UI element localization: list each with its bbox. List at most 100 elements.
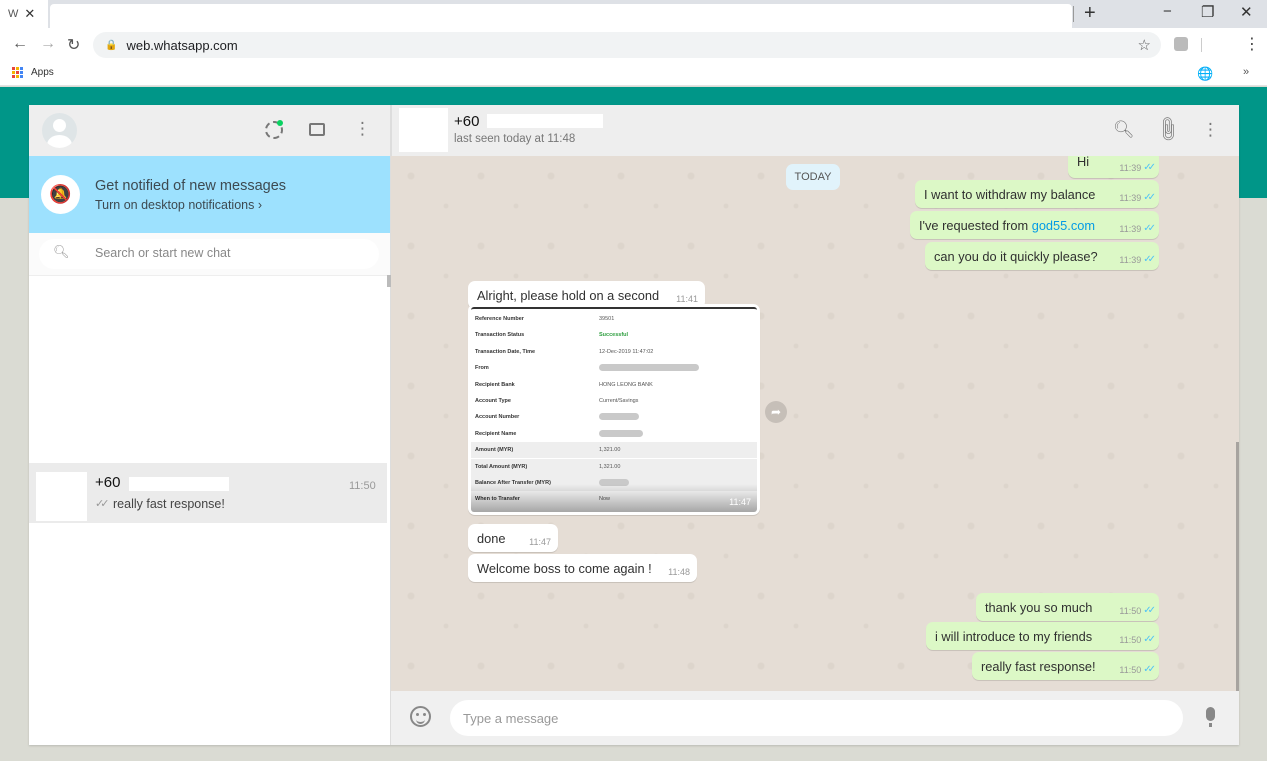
receipt-label: Amount (MYR) [475, 447, 514, 454]
receipt-row: Total Amount (MYR) 1,321.00 [471, 458, 757, 475]
bookmark-star-icon[interactable]: ☆ [1138, 36, 1151, 54]
message-text: Alright, please hold on a second [477, 287, 660, 303]
browser-tab[interactable]: W ✕ [0, 0, 48, 28]
search-icon[interactable]: 🔍︎ [1113, 120, 1135, 140]
toolbar-separator [1201, 38, 1202, 52]
message-text: Hi [1077, 156, 1090, 169]
receipt-value: 39501 [599, 316, 615, 322]
message-text: thank you so much [985, 599, 1093, 615]
message-meta: 11:50 ✓✓ [1119, 664, 1156, 675]
receipt-row: Account Type Current/Savings [471, 393, 757, 409]
message-meta: 11:50 ✓✓ [1119, 605, 1156, 616]
message-text: I want to withdraw my balance [924, 186, 1096, 202]
minimize-button[interactable]: − [1163, 3, 1172, 20]
redacted-value [599, 413, 639, 421]
receipt-label: Total Amount (MYR) [475, 463, 528, 470]
message-link[interactable]: god55.com [1032, 218, 1095, 233]
tab-separator [1073, 6, 1074, 22]
search-box: 🔍︎ [39, 239, 379, 269]
receipt-label: Transaction Status [475, 332, 525, 339]
receipt-row: Recipient Name [471, 426, 757, 442]
browser-menu-icon[interactable]: ⋮ [1244, 34, 1260, 54]
emoji-icon[interactable] [410, 706, 431, 727]
message-meta: 11:41 [676, 294, 698, 304]
message-bubble-out[interactable]: I want to withdraw my balance 11:39 ✓✓ [915, 180, 1159, 208]
message-bubble-out[interactable]: thank you so much 11:50 ✓✓ [976, 593, 1159, 621]
message-meta: 11:39 ✓✓ [1119, 162, 1156, 173]
date-divider: TODAY [786, 164, 840, 190]
chat-list-item[interactable]: +60 11:50 ✓✓ really fast response! [29, 463, 387, 523]
url-field[interactable]: 🔒 web.whatsapp.com ☆ [93, 32, 1161, 58]
status-unread-dot [277, 120, 283, 126]
back-arrow-icon[interactable]: ← [12, 35, 28, 53]
double-check-icon: ✓✓ [1143, 634, 1156, 645]
close-window-button[interactable]: ✕ [1240, 3, 1253, 21]
bookmarks-overflow-icon[interactable]: » [1243, 66, 1249, 78]
message-meta: 11:47 [529, 537, 551, 547]
notification-title: Get notified of new messages [95, 178, 287, 194]
extension-icon[interactable] [1174, 37, 1188, 51]
message-meta: 11:48 [668, 567, 690, 577]
chat-time: 11:50 [349, 480, 376, 492]
message-bubble-out[interactable]: can you do it quickly please? 11:39 ✓✓ [925, 242, 1159, 270]
chat-preview: really fast response! [113, 497, 225, 511]
message-bubble-out[interactable]: I've requested from god55.com 11:39 ✓✓ [910, 211, 1159, 239]
message-bubble-out[interactable]: Hi 11:39 ✓✓ [1068, 156, 1159, 178]
double-check-icon: ✓✓ [1143, 605, 1156, 616]
message-bubble-in[interactable]: done 11:47 [468, 524, 558, 552]
transfer-receipt-image: Reference Number 39501 Transaction Status S… [471, 307, 757, 512]
receipt-value: Successful [599, 332, 629, 339]
receipt-label: Recipient Bank [475, 381, 515, 388]
message-bubble-out[interactable]: i will introduce to my friends 11:50 ✓✓ [926, 622, 1159, 650]
message-bubble-in[interactable]: Welcome boss to come again ! 11:48 [468, 554, 697, 582]
message-text: I've requested from god55.com [919, 217, 1096, 233]
receipt-row: Recipient Bank HONG LEONG BANK [471, 377, 757, 393]
notification-banner[interactable]: 🔕 Get notified of new messages Turn on d… [29, 156, 390, 233]
message-area[interactable]: TODAY Hi 11:39 ✓✓ I want to withdraw my b… [391, 156, 1239, 691]
reload-icon[interactable]: ↻ [67, 35, 80, 55]
new-chat-icon[interactable] [309, 123, 325, 136]
tab-close-icon[interactable]: ✕ [24, 6, 35, 22]
message-bubble-out[interactable]: really fast response! 11:50 ✓✓ [972, 652, 1159, 680]
forward-icon[interactable]: ➦ [765, 401, 787, 423]
receipt-value: 1,321.00 [599, 447, 621, 454]
message-text: Welcome boss to come again ! [477, 560, 652, 576]
receipt-label: Account Type [475, 398, 511, 404]
message-input[interactable] [450, 700, 1183, 736]
sidebar-menu-icon[interactable]: ⋮ [354, 119, 371, 139]
receipt-row: From [471, 360, 757, 376]
contact-name-redaction [487, 114, 603, 128]
receipt-value: 12-Dec-2019 11:47:02 [599, 348, 654, 355]
globe-icon[interactable]: 🌐 [1197, 66, 1213, 82]
conversation-menu-icon[interactable]: ⋮ [1202, 120, 1219, 140]
bell-muted-icon: 🔕 [41, 175, 80, 214]
double-check-icon: ✓✓ [1143, 223, 1156, 234]
double-check-icon: ✓✓ [1143, 254, 1156, 265]
restore-button[interactable]: ❐ [1201, 3, 1214, 21]
notification-link[interactable]: Turn on desktop notifications › [95, 198, 262, 212]
forward-arrow-icon[interactable]: → [40, 35, 56, 53]
my-avatar[interactable] [42, 113, 77, 148]
apps-grid-icon [12, 67, 23, 78]
message-meta: 11:50 ✓✓ [1119, 634, 1156, 645]
receipt-value: HONG LEONG BANK [599, 381, 653, 388]
apps-shortcut[interactable]: Apps [12, 67, 54, 78]
redacted-value [599, 429, 643, 437]
message-meta: 11:39 ✓✓ [1119, 254, 1156, 265]
contact-avatar[interactable] [399, 108, 448, 152]
message-text: i will introduce to my friends [935, 628, 1093, 644]
browser-tab-bar: W ✕ + − ❐ ✕ [0, 0, 1267, 28]
receipt-value: 1,321.00 [599, 463, 621, 470]
image-message[interactable]: Reference Number 39501 Transaction Status S… [468, 304, 760, 515]
message-meta: 11:39 ✓✓ [1119, 223, 1156, 234]
chat-avatar [36, 472, 87, 521]
receipt-row: Amount (MYR) 1,321.00 [471, 442, 757, 459]
messages-scrollbar[interactable] [1236, 442, 1239, 691]
double-check-icon: ✓✓ [95, 498, 110, 510]
microphone-icon[interactable] [1206, 707, 1215, 727]
paperclip-icon[interactable]: 📎︎ [1152, 114, 1183, 145]
receipt-value: Current/Savings [599, 398, 639, 404]
conversation-header[interactable]: +60 last seen today at 11:48 🔍︎ 📎︎ ⋮ [391, 105, 1239, 156]
search-input[interactable] [95, 246, 365, 260]
new-tab-button[interactable]: + [1084, 2, 1096, 25]
